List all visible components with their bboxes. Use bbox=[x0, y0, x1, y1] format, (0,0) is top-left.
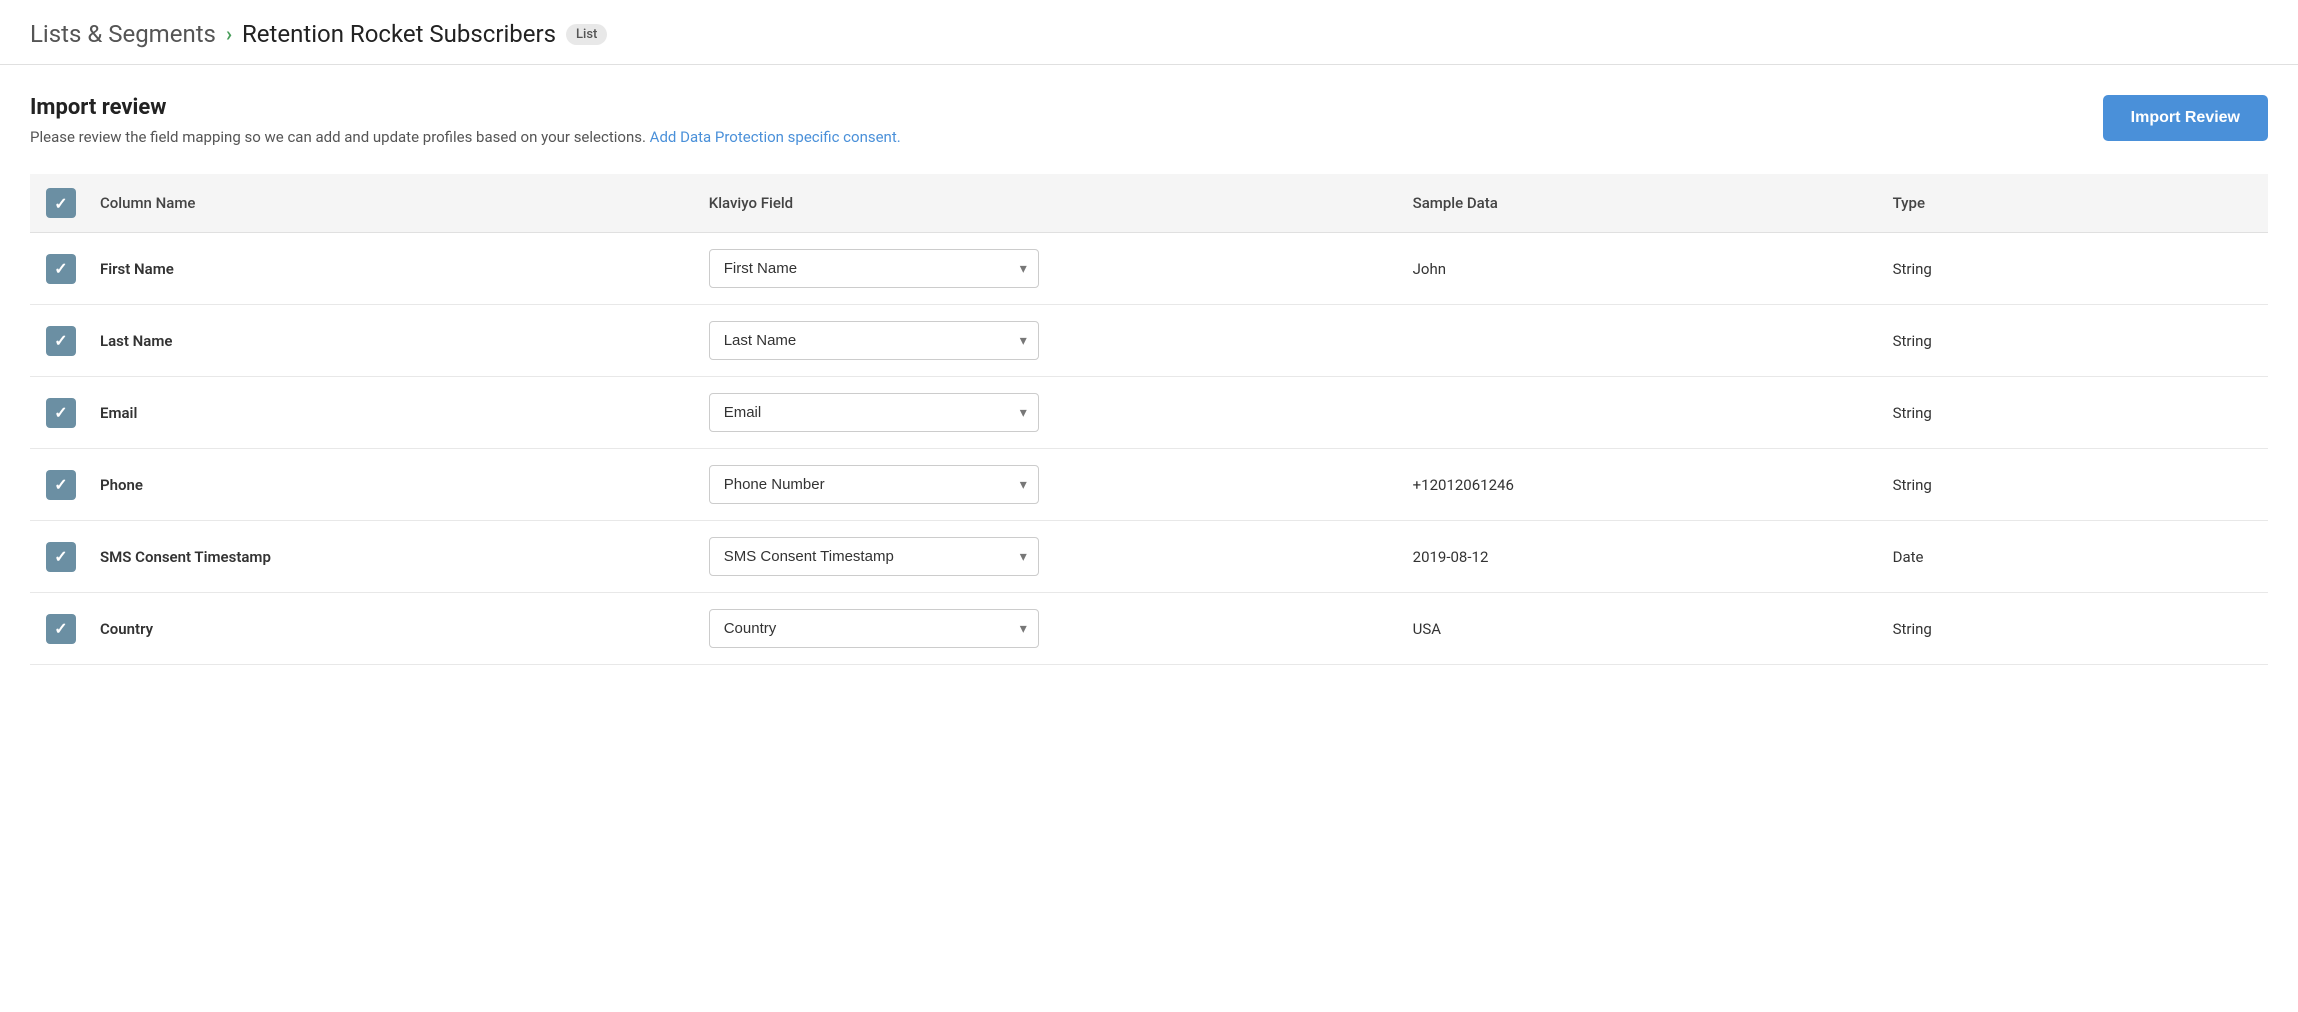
klaviyo-field-select[interactable]: Last Name bbox=[709, 321, 1039, 360]
import-review-title: Import review bbox=[30, 95, 901, 120]
table-row: EmailEmail▾ String bbox=[30, 377, 2268, 449]
klaviyo-field-select[interactable]: Country bbox=[709, 609, 1039, 648]
row-klaviyo-field[interactable]: Country▾ bbox=[693, 593, 1397, 665]
klaviyo-field-select[interactable]: SMS Consent Timestamp bbox=[709, 537, 1039, 576]
breadcrumb-arrow: › bbox=[226, 22, 232, 46]
header-column-name: Column Name bbox=[84, 174, 693, 233]
row-klaviyo-field[interactable]: Last Name▾ bbox=[693, 305, 1397, 377]
table-header-row: Column Name Klaviyo Field Sample Data Ty… bbox=[30, 174, 2268, 233]
row-column-name: SMS Consent Timestamp bbox=[84, 521, 693, 593]
row-klaviyo-field[interactable]: Phone Number▾ bbox=[693, 449, 1397, 521]
row-type: String bbox=[1877, 593, 2268, 665]
row-checkbox[interactable] bbox=[46, 398, 76, 428]
data-protection-link[interactable]: Add Data Protection specific consent. bbox=[650, 128, 901, 146]
row-sample-data: 2019-08-12 bbox=[1397, 521, 1877, 593]
table-row: SMS Consent TimestampSMS Consent Timesta… bbox=[30, 521, 2268, 593]
breadcrumb: Lists & Segments › Retention Rocket Subs… bbox=[0, 0, 2298, 65]
table-row: PhonePhone Number▾+12012061246String bbox=[30, 449, 2268, 521]
row-checkbox[interactable] bbox=[46, 614, 76, 644]
mapping-table: Column Name Klaviyo Field Sample Data Ty… bbox=[30, 174, 2268, 665]
row-checkbox-cell bbox=[30, 593, 84, 665]
list-badge: List bbox=[566, 24, 607, 45]
breadcrumb-parent[interactable]: Lists & Segments bbox=[30, 20, 216, 48]
row-checkbox-cell bbox=[30, 449, 84, 521]
row-type: String bbox=[1877, 377, 2268, 449]
row-column-name: Email bbox=[84, 377, 693, 449]
row-checkbox[interactable] bbox=[46, 254, 76, 284]
header-sample-data: Sample Data bbox=[1397, 174, 1877, 233]
import-review-text: Import review Please review the field ma… bbox=[30, 95, 901, 146]
table-row: Last NameLast Name▾ String bbox=[30, 305, 2268, 377]
row-checkbox[interactable] bbox=[46, 326, 76, 356]
row-sample-data bbox=[1397, 377, 1877, 449]
import-review-button[interactable]: Import Review bbox=[2103, 95, 2268, 141]
header-checkbox-cell bbox=[30, 174, 84, 233]
table-row: CountryCountry▾USAString bbox=[30, 593, 2268, 665]
row-type: String bbox=[1877, 233, 2268, 305]
row-klaviyo-field[interactable]: First Name▾ bbox=[693, 233, 1397, 305]
import-review-header: Import review Please review the field ma… bbox=[30, 95, 2268, 146]
row-type: Date bbox=[1877, 521, 2268, 593]
row-checkbox-cell bbox=[30, 521, 84, 593]
row-column-name: First Name bbox=[84, 233, 693, 305]
row-checkbox[interactable] bbox=[46, 542, 76, 572]
header-type: Type bbox=[1877, 174, 2268, 233]
row-sample-data bbox=[1397, 305, 1877, 377]
row-sample-data: +12012061246 bbox=[1397, 449, 1877, 521]
klaviyo-field-select[interactable]: Phone Number bbox=[709, 465, 1039, 504]
row-checkbox-cell bbox=[30, 233, 84, 305]
row-column-name: Phone bbox=[84, 449, 693, 521]
row-checkbox-cell bbox=[30, 305, 84, 377]
breadcrumb-current: Retention Rocket Subscribers bbox=[242, 20, 556, 48]
import-review-description: Please review the field mapping so we ca… bbox=[30, 128, 901, 146]
row-klaviyo-field[interactable]: SMS Consent Timestamp▾ bbox=[693, 521, 1397, 593]
row-type: String bbox=[1877, 449, 2268, 521]
klaviyo-field-select[interactable]: First Name bbox=[709, 249, 1039, 288]
table-row: First NameFirst Name▾JohnString bbox=[30, 233, 2268, 305]
row-type: String bbox=[1877, 305, 2268, 377]
row-sample-data: USA bbox=[1397, 593, 1877, 665]
row-checkbox[interactable] bbox=[46, 470, 76, 500]
klaviyo-field-select[interactable]: Email bbox=[709, 393, 1039, 432]
row-column-name: Last Name bbox=[84, 305, 693, 377]
row-column-name: Country bbox=[84, 593, 693, 665]
row-klaviyo-field[interactable]: Email▾ bbox=[693, 377, 1397, 449]
row-checkbox-cell bbox=[30, 377, 84, 449]
header-klaviyo-field: Klaviyo Field bbox=[693, 174, 1397, 233]
main-content: Import review Please review the field ma… bbox=[0, 65, 2298, 695]
header-checkbox[interactable] bbox=[46, 188, 76, 218]
row-sample-data: John bbox=[1397, 233, 1877, 305]
